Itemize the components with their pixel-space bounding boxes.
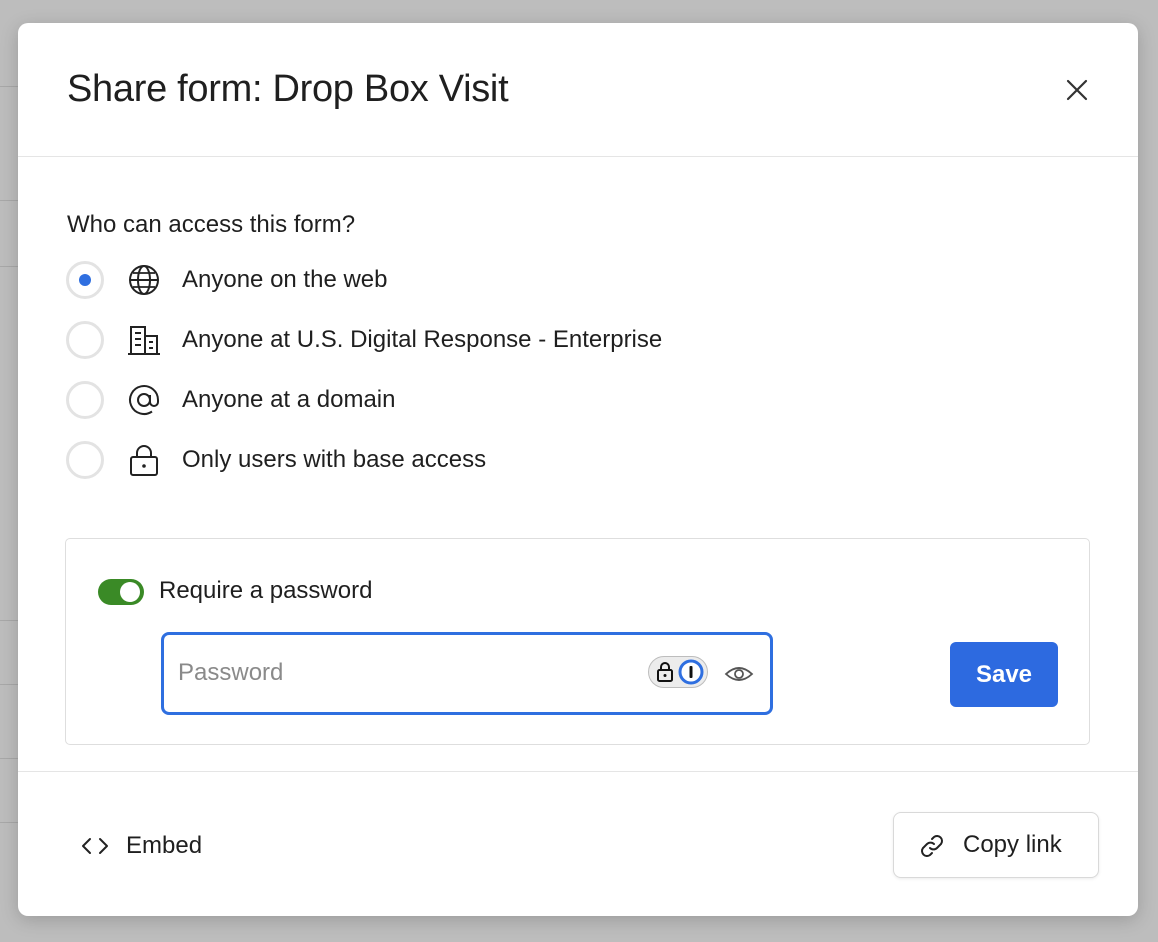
password-manager-icon	[657, 659, 704, 685]
close-icon	[1066, 79, 1088, 101]
password-section: Require a password Save	[65, 538, 1090, 745]
password-manager-badge[interactable]	[648, 656, 708, 688]
access-option-label: Only users with base access	[182, 446, 487, 473]
password-input[interactable]	[178, 655, 618, 691]
dialog-header: Share form: Drop Box Visit	[18, 23, 1138, 157]
building-icon	[128, 326, 160, 355]
dialog-title: Share form: Drop Box Visit	[67, 68, 509, 110]
dialog-footer: Embed Copy link	[18, 771, 1138, 916]
radio-button[interactable]	[66, 321, 104, 359]
copy-link-button[interactable]: Copy link	[893, 812, 1099, 878]
access-option-anyone-web[interactable]: Anyone on the web	[65, 254, 765, 314]
require-password-label: Require a password	[159, 577, 373, 604]
access-question: Who can access this form?	[67, 211, 356, 238]
access-option-domain[interactable]: Anyone at a domain	[65, 374, 765, 434]
background-divider	[0, 684, 18, 685]
at-sign-icon	[129, 385, 159, 415]
share-form-dialog: Share form: Drop Box Visit Who can acces…	[18, 23, 1138, 916]
access-option-label: Anyone at U.S. Digital Response - Enterp…	[182, 326, 663, 353]
background-divider	[0, 758, 18, 759]
background-divider	[0, 822, 18, 823]
access-option-label: Anyone on the web	[182, 266, 388, 293]
radio-button[interactable]	[66, 381, 104, 419]
link-icon	[921, 835, 943, 857]
code-brackets-icon	[82, 838, 108, 854]
dialog-body: Who can access this form? Anyone on the …	[18, 157, 1138, 771]
access-option-base-users[interactable]: Only users with base access	[65, 434, 765, 494]
access-option-enterprise[interactable]: Anyone at U.S. Digital Response - Enterp…	[65, 314, 765, 374]
close-button[interactable]	[1062, 75, 1092, 105]
globe-icon	[129, 265, 159, 295]
copy-link-label: Copy link	[963, 831, 1062, 858]
background-divider	[0, 86, 18, 87]
password-field-wrapper	[161, 632, 773, 715]
radio-button[interactable]	[66, 441, 104, 479]
eye-icon[interactable]	[724, 659, 754, 689]
background-divider	[0, 200, 18, 201]
lock-icon	[130, 445, 158, 476]
radio-button[interactable]	[66, 261, 104, 299]
access-options: Anyone on the web Anyone at U.S. Digital…	[65, 254, 765, 494]
embed-label: Embed	[126, 832, 203, 859]
save-button[interactable]: Save	[950, 642, 1058, 707]
access-option-label: Anyone at a domain	[182, 386, 396, 413]
require-password-toggle[interactable]	[98, 579, 144, 605]
background-divider	[0, 620, 18, 621]
background-divider	[0, 266, 18, 267]
